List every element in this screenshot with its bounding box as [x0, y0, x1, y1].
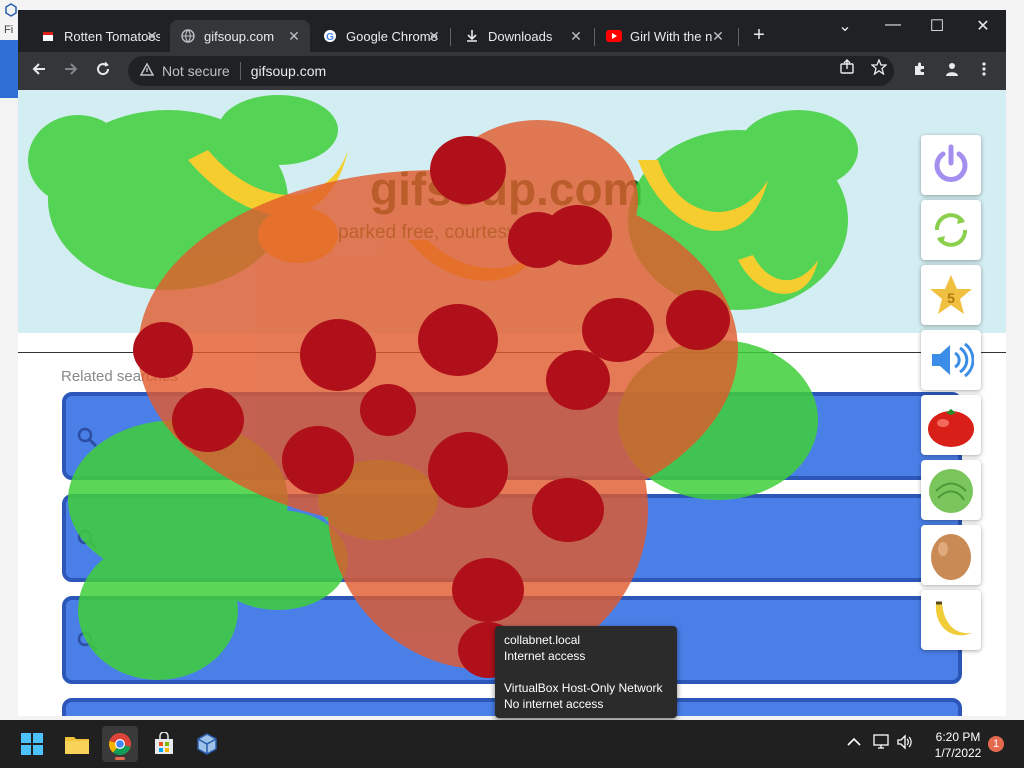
virtualbox-taskbar-button[interactable]: [189, 726, 225, 762]
tomato-icon: [928, 409, 974, 447]
hero-banner: gifsoup.com parked free, courtesy of: [18, 90, 1006, 333]
reload-icon: [97, 61, 110, 76]
bookmark-star-icon[interactable]: [870, 58, 888, 79]
extension-power-button[interactable]: [921, 135, 981, 195]
page-viewport: gifsoup.com parked free, courtesy of Rel…: [18, 90, 1006, 716]
star-count: 5: [947, 290, 955, 306]
search-icon: [76, 426, 98, 454]
tab-youtube[interactable]: Girl With the n ✕: [596, 20, 734, 52]
chrome-icon: [109, 733, 131, 755]
reload-button[interactable]: [92, 60, 114, 82]
speaker-icon: [932, 342, 974, 378]
network-status: Internet access: [504, 649, 586, 663]
forward-button[interactable]: [60, 60, 82, 82]
close-tab-icon[interactable]: ✕: [144, 28, 160, 44]
cabbage-icon: [929, 469, 973, 513]
search-result-bar[interactable]: [62, 494, 962, 582]
search-icon: [76, 528, 98, 556]
network-status: No internet access: [504, 697, 604, 711]
extension-banana-button[interactable]: [921, 590, 981, 650]
close-tab-icon[interactable]: ✕: [568, 28, 584, 44]
show-hidden-icons-chevron-up-icon[interactable]: [845, 734, 863, 750]
extension-sound-button[interactable]: [921, 330, 981, 390]
network-icon[interactable]: [872, 734, 890, 753]
omnibox-divider: [239, 62, 241, 80]
browser-toolbar: Not secure gifsoup.com: [18, 52, 1006, 90]
tab-rotten-tomatoes[interactable]: Rotten Tomatoes ✕: [30, 20, 168, 52]
extension-egg-button[interactable]: [921, 525, 981, 585]
windows-taskbar: 6:20 PM 1/7/2022: [0, 720, 1024, 768]
section-divider: [18, 352, 1006, 353]
tab-gifsoup[interactable]: gifsoup.com ✕: [170, 20, 310, 52]
extension-star-button[interactable]: 5: [921, 265, 981, 325]
related-searches-label: Related searches: [61, 368, 178, 385]
windows-start-icon: [21, 733, 43, 755]
minimize-button[interactable]: —: [880, 16, 906, 34]
extension-tomato-button[interactable]: [921, 395, 981, 455]
extension-cabbage-button[interactable]: [921, 460, 981, 520]
tab-google-chrome[interactable]: G Google Chrome ✕: [312, 20, 450, 52]
extensions-puzzle-icon[interactable]: [910, 61, 930, 81]
virtualbox-icon: [197, 733, 217, 755]
file-explorer-button[interactable]: [59, 726, 95, 762]
refresh-icon: [935, 213, 967, 247]
vbox-menu-fragment[interactable]: Fi: [4, 24, 13, 36]
back-arrow-icon: [32, 63, 45, 75]
youtube-favicon-icon: [606, 28, 622, 44]
hero-subtitle: parked free, courtesy of: [338, 222, 538, 243]
power-icon: [934, 144, 968, 182]
warning-triangle-icon[interactable]: [139, 62, 155, 79]
share-icon[interactable]: [838, 59, 856, 79]
notification-badge[interactable]: 1: [988, 736, 1004, 752]
forward-arrow-icon: [65, 63, 78, 75]
tab-strip: Rotten Tomatoes ✕ gifsoup.com ✕ G Google…: [18, 10, 1006, 52]
tab-downloads[interactable]: Downloads ✕: [454, 20, 592, 52]
security-label[interactable]: Not secure: [162, 63, 230, 79]
url-text[interactable]: gifsoup.com: [251, 63, 326, 79]
store-button[interactable]: [146, 726, 182, 762]
download-favicon-icon: [464, 28, 480, 44]
maximize-button[interactable]: ☐: [924, 16, 950, 36]
clock-date: 1/7/2022: [934, 746, 982, 760]
close-window-button[interactable]: ✕: [970, 16, 996, 36]
chrome-window: Rotten Tomatoes ✕ gifsoup.com ✕ G Google…: [18, 10, 1006, 716]
tab-separator: [450, 28, 451, 46]
back-button[interactable]: [28, 60, 50, 82]
banana-icon: [935, 601, 972, 636]
star-icon: 5: [930, 275, 972, 314]
tab-separator: [594, 28, 595, 46]
google-favicon-icon: G: [322, 28, 338, 44]
search-result-bar[interactable]: [62, 392, 962, 480]
network-name: collabnet.local: [504, 633, 581, 647]
search-icon: [76, 630, 98, 658]
chrome-taskbar-button[interactable]: [102, 726, 138, 762]
system-clock[interactable]: 6:20 PM 1/7/2022: [922, 729, 994, 761]
profile-icon[interactable]: [942, 61, 962, 81]
vbox-selected-item[interactable]: [0, 40, 18, 98]
tab-separator: [738, 28, 739, 46]
store-icon: [155, 732, 173, 754]
tab-search-button[interactable]: ⌄: [832, 16, 858, 36]
running-indicator: [115, 757, 125, 760]
close-tab-icon[interactable]: ✕: [286, 28, 302, 44]
svg-text:G: G: [326, 32, 334, 43]
hero-title: gifsoup.com: [370, 163, 644, 215]
extension-refresh-button[interactable]: [921, 200, 981, 260]
close-tab-icon[interactable]: ✕: [710, 28, 726, 44]
egg-icon: [931, 534, 971, 580]
network-name: VirtualBox Host-Only Network: [504, 681, 663, 695]
file-explorer-icon: [65, 737, 89, 754]
new-tab-button[interactable]: +: [748, 25, 770, 45]
address-bar[interactable]: Not secure gifsoup.com: [128, 56, 894, 86]
rotten-tomatoes-favicon-icon: [40, 28, 56, 44]
volume-icon[interactable]: [896, 734, 914, 753]
globe-favicon-icon: [180, 28, 196, 44]
clock-time: 6:20 PM: [935, 730, 981, 744]
network-status-tooltip: collabnet.local Internet access VirtualB…: [495, 626, 677, 718]
start-button[interactable]: [14, 726, 50, 762]
chrome-menu-icon[interactable]: [974, 61, 994, 81]
close-tab-icon[interactable]: ✕: [426, 28, 442, 44]
